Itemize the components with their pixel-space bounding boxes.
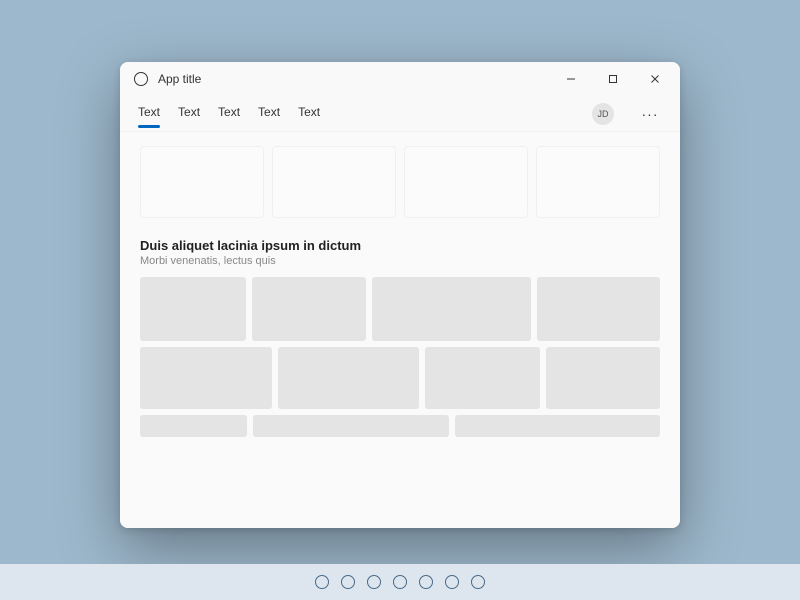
- hero-card[interactable]: [404, 146, 528, 218]
- hero-card[interactable]: [536, 146, 660, 218]
- tab-3[interactable]: Text: [258, 101, 280, 127]
- grid-tile[interactable]: [140, 277, 246, 341]
- grid-tile[interactable]: [140, 415, 247, 437]
- grid-row: [140, 347, 660, 409]
- tab-label: Text: [138, 105, 160, 119]
- app-window: App title Text Text Text Text Text JD ··…: [120, 62, 680, 528]
- grid-tile[interactable]: [278, 347, 419, 409]
- avatar-initials: JD: [598, 109, 609, 119]
- taskbar: [0, 564, 800, 600]
- grid-tile[interactable]: [140, 347, 272, 409]
- tab-label: Text: [178, 105, 200, 119]
- grid-tile[interactable]: [252, 277, 366, 341]
- taskbar-icon[interactable]: [393, 575, 407, 589]
- taskbar-icon[interactable]: [315, 575, 329, 589]
- grid-row: [140, 415, 660, 437]
- grid-row: [140, 277, 660, 341]
- taskbar-icon[interactable]: [419, 575, 433, 589]
- grid-tile[interactable]: [537, 277, 660, 341]
- tab-2[interactable]: Text: [218, 101, 240, 127]
- hero-card[interactable]: [272, 146, 396, 218]
- more-button[interactable]: ···: [638, 102, 662, 126]
- taskbar-icon[interactable]: [341, 575, 355, 589]
- section-title: Duis aliquet lacinia ipsum in dictum: [140, 238, 660, 253]
- minimize-button[interactable]: [550, 64, 592, 94]
- tab-1[interactable]: Text: [178, 101, 200, 127]
- tab-4[interactable]: Text: [298, 101, 320, 127]
- close-button[interactable]: [634, 64, 676, 94]
- avatar[interactable]: JD: [592, 103, 614, 125]
- more-icon: ···: [642, 106, 659, 122]
- app-icon: [134, 72, 148, 86]
- grid-tile[interactable]: [253, 415, 449, 437]
- grid-tile[interactable]: [455, 415, 660, 437]
- taskbar-icon[interactable]: [471, 575, 485, 589]
- taskbar-icon[interactable]: [445, 575, 459, 589]
- grid-tile[interactable]: [546, 347, 660, 409]
- tab-0[interactable]: Text: [138, 101, 160, 127]
- tab-bar: Text Text Text Text Text JD ···: [120, 96, 680, 132]
- hero-row: [140, 146, 660, 218]
- section-subtitle: Morbi venenatis, lectus quis: [140, 255, 660, 267]
- window-title: App title: [158, 72, 550, 86]
- taskbar-icon[interactable]: [367, 575, 381, 589]
- grid-tile[interactable]: [372, 277, 531, 341]
- maximize-button[interactable]: [592, 64, 634, 94]
- tab-label: Text: [218, 105, 240, 119]
- tab-label: Text: [298, 105, 320, 119]
- hero-card[interactable]: [140, 146, 264, 218]
- grid-tile[interactable]: [425, 347, 539, 409]
- content-area: Duis aliquet lacinia ipsum in dictum Mor…: [120, 132, 680, 528]
- titlebar: App title: [120, 62, 680, 96]
- tab-label: Text: [258, 105, 280, 119]
